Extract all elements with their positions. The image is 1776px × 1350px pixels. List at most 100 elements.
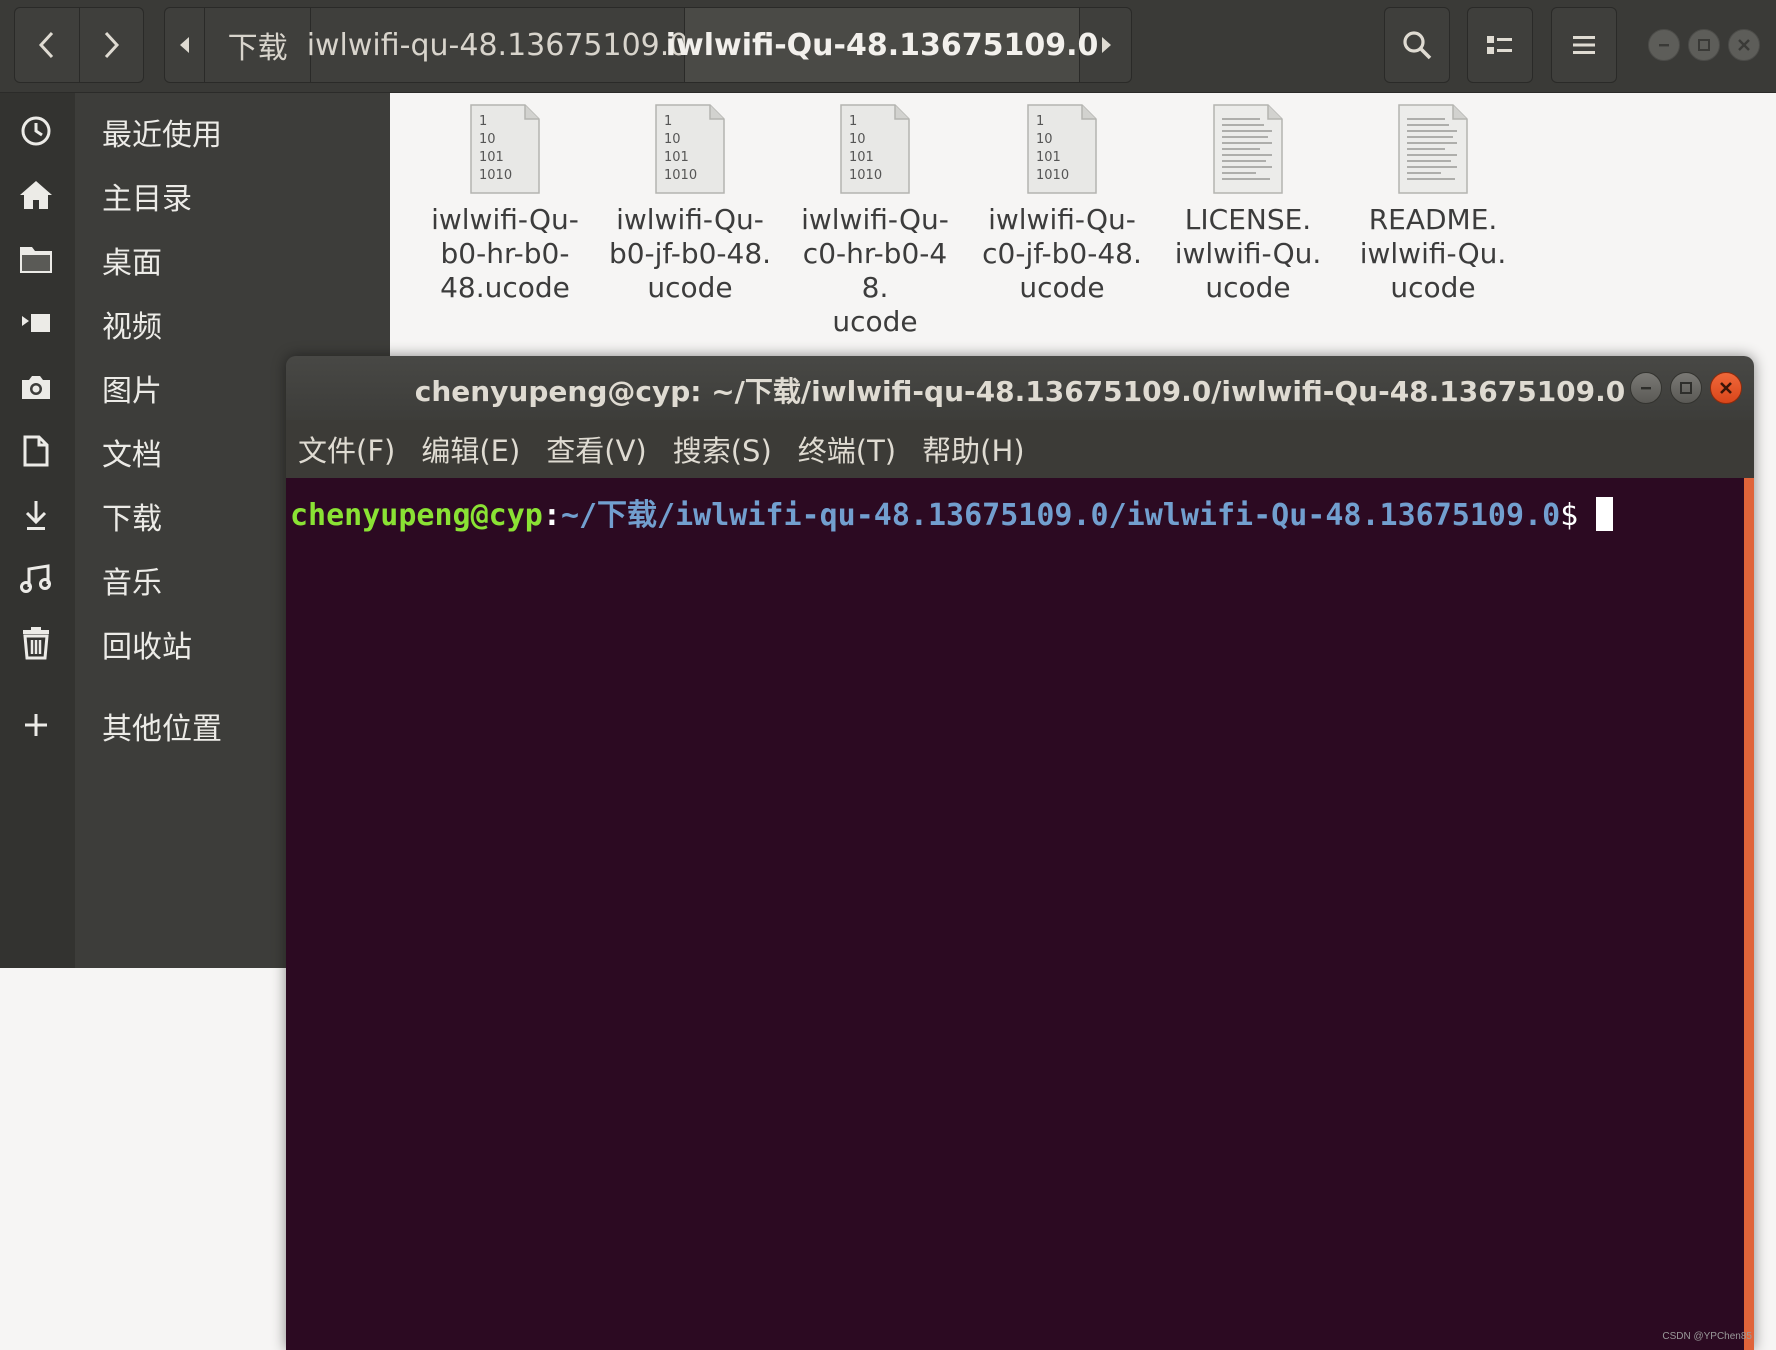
prompt-line: chenyupeng@cyp:~/下载/iwlwifi-qu-48.136751… [290,490,1614,534]
sidebar-item-videos[interactable]: 视频 [0,292,390,352]
path-segment-downloads[interactable]: 下载 [205,8,312,82]
music-icon [20,564,51,593]
terminal-minimize-button[interactable] [1630,372,1662,404]
binary-text: 10 [664,132,681,147]
sidebar-item-label: 回收站 [102,630,192,665]
text-file-icon [1398,104,1468,194]
menu-search[interactable]: 搜索(S) [673,428,772,470]
binary-text: 10 [1036,132,1053,147]
binary-file-icon: 1 10 101 1010 [1027,104,1097,194]
maximize-icon [1680,382,1692,394]
sidebar-item-label: 主目录 [102,182,192,217]
fm-close-button[interactable] [1728,29,1760,61]
chevron-left-icon [38,31,53,59]
chevron-right-icon [105,31,120,59]
prompt-dollar: $ [1560,498,1579,533]
document-icon [23,435,49,467]
path-scroll-left-button[interactable] [165,8,206,82]
text-file-icon [1213,104,1283,194]
back-button[interactable] [15,8,79,82]
file-item[interactable]: 1 10 101 1010 iwlwifi-Qu- b0-hr-b0- 48.u… [420,103,590,305]
terminal-titlebar[interactable]: chenyupeng@cyp: ~/下载/iwlwifi-qu-48.13675… [286,356,1754,420]
menu-edit[interactable]: 编辑(E) [421,428,520,470]
binary-text: 1 [664,114,672,129]
file-name: iwlwifi-Qu- b0-hr-b0- 48.ucode [431,203,579,304]
sidebar-item-label: 桌面 [102,246,162,281]
close-icon [1738,39,1750,51]
sidebar-item-label: 其他位置 [102,712,222,747]
terminal-close-button[interactable] [1710,372,1742,404]
triangle-right-icon [1101,37,1111,53]
clock-icon [21,116,51,146]
terminal-window: chenyupeng@cyp: ~/下载/iwlwifi-qu-48.13675… [286,356,1754,1350]
terminal-scrollbar[interactable] [1744,478,1754,1350]
file-name: iwlwifi-Qu- c0-jf-b0-48. ucode [982,203,1142,304]
file-manager-headerbar: 下载 iwlwifi-qu-48.13675109.0 iwlwifi-Qu-4… [0,0,1776,93]
file-item[interactable]: 1 10 101 1010 iwlwifi-Qu- c0-hr-b0-48. u… [790,103,960,339]
sidebar-item-label: 下载 [102,502,162,537]
binary-text: 1010 [664,168,697,183]
binary-text: 1010 [479,168,512,183]
menu-view[interactable]: 查看(V) [546,428,646,470]
sidebar-item-recent[interactable]: 最近使用 [0,100,390,160]
sidebar-item-home[interactable]: 主目录 [0,164,390,224]
file-name: LICENSE. iwlwifi-Qu. ucode [1174,203,1322,304]
file-item[interactable]: LICENSE. iwlwifi-Qu. ucode [1163,103,1333,305]
binary-text: 1 [849,114,857,129]
fm-maximize-button[interactable] [1688,29,1720,61]
binary-text: 101 [664,150,689,165]
terminal-title: chenyupeng@cyp: ~/下载/iwlwifi-qu-48.13675… [414,375,1626,408]
file-name: iwlwifi-Qu- b0-jf-b0-48. ucode [608,203,772,304]
video-icon [22,314,50,332]
hamburger-menu-icon [1573,36,1595,54]
file-item[interactable]: 1 10 101 1010 iwlwifi-Qu- b0-jf-b0-48. u… [605,103,775,305]
triangle-left-icon [179,37,189,53]
home-icon [20,181,52,209]
binary-file-icon: 1 10 101 1010 [655,104,725,194]
plus-icon [25,714,47,736]
path-segment-parent[interactable]: iwlwifi-qu-48.13675109.0 [307,8,688,82]
menu-file[interactable]: 文件(F) [298,428,395,470]
list-view-icon [1487,36,1512,54]
binary-text: 1 [1036,114,1044,129]
binary-text: 10 [849,132,866,147]
folder-icon [20,247,52,273]
forward-button[interactable] [78,8,144,82]
menu-terminal[interactable]: 终端(T) [798,428,896,470]
terminal-maximize-button[interactable] [1670,372,1702,404]
sidebar-item-label: 最近使用 [102,118,222,153]
binary-text: 1010 [1036,168,1069,183]
watermark: CSDN @YPChen85 [1662,1331,1752,1342]
terminal-menubar: 文件(F) 编辑(E) 查看(V) 搜索(S) 终端(T) 帮助(H) [286,420,1754,478]
sidebar-item-label: 视频 [102,310,162,345]
terminal-output[interactable]: chenyupeng@cyp:~/下载/iwlwifi-qu-48.136751… [286,478,1754,1350]
view-toggle-button[interactable] [1467,7,1533,83]
sidebar-item-label: 图片 [102,374,162,409]
binary-file-icon: 1 10 101 1010 [840,104,910,194]
prompt-path: ~/下载/iwlwifi-qu-48.13675109.0/iwlwifi-Qu… [560,498,1561,533]
binary-text: 101 [849,150,874,165]
camera-icon [22,376,50,399]
trash-icon [23,627,49,660]
close-icon [1720,382,1732,394]
binary-text: 101 [1036,150,1061,165]
path-scroll-right-button[interactable] [1080,8,1131,82]
minimize-icon [1659,44,1669,47]
file-name: README. iwlwifi-Qu. ucode [1359,203,1507,304]
file-item[interactable]: 1 10 101 1010 iwlwifi-Qu- c0-jf-b0-48. u… [977,103,1147,305]
file-item[interactable]: README. iwlwifi-Qu. ucode [1348,103,1518,305]
binary-text: 1010 [849,168,882,183]
path-segment-current[interactable]: iwlwifi-Qu-48.13675109.0 [666,8,1098,82]
prompt-user-host: chenyupeng@cyp [290,498,543,533]
search-button[interactable] [1384,7,1450,83]
sidebar-item-label: 文档 [102,438,162,473]
sidebar-item-desktop[interactable]: 桌面 [0,228,390,288]
desktop: 下载 iwlwifi-qu-48.13675109.0 iwlwifi-Qu-4… [0,0,1776,1350]
path-bar: 下载 iwlwifi-qu-48.13675109.0 iwlwifi-Qu-4… [164,7,1132,83]
binary-text: 101 [479,150,504,165]
file-name: iwlwifi-Qu- c0-hr-b0-48. ucode [801,203,949,338]
menu-button[interactable] [1551,7,1617,83]
prompt-colon: : [542,498,561,533]
menu-help[interactable]: 帮助(H) [922,428,1024,470]
fm-minimize-button[interactable] [1648,29,1680,61]
